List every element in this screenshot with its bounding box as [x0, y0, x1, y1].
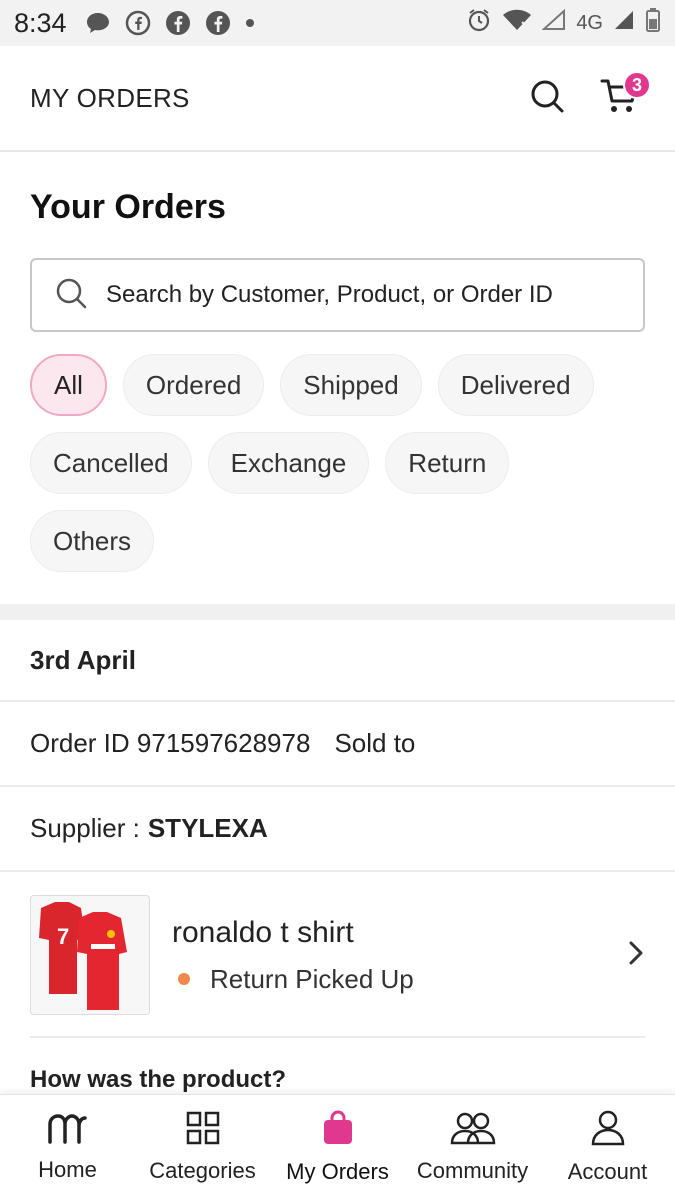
filter-chip-shipped[interactable]: Shipped [280, 354, 422, 416]
status-bar: 8:34 4G [0, 0, 675, 46]
supplier-name: STYLEXA [147, 813, 268, 843]
product-status: Return Picked Up [172, 964, 627, 995]
cart-button[interactable]: 3 [595, 71, 651, 123]
order-date: 3rd April [0, 620, 675, 702]
supplier-row: Supplier : STYLEXA [0, 787, 675, 872]
section-title: Your Orders [30, 188, 226, 226]
community-icon [450, 1111, 496, 1150]
svg-text:7: 7 [57, 924, 69, 949]
search-icon[interactable] [529, 78, 565, 119]
nav-account[interactable]: Account [540, 1095, 675, 1200]
app-header: MY ORDERS 3 [0, 46, 675, 152]
filter-chips: All Ordered Shipped Delivered Cancelled … [30, 354, 645, 588]
filter-chip-return[interactable]: Return [385, 432, 510, 494]
filter-chip-exchange[interactable]: Exchange [207, 432, 370, 494]
nav-categories[interactable]: Categories [135, 1095, 270, 1200]
supplier-label: Supplier : [30, 813, 140, 843]
order-id: Order ID 971597628978 [30, 728, 311, 758]
nav-home[interactable]: Home [0, 1095, 135, 1200]
grid-icon [186, 1111, 220, 1150]
product-name: ronaldo t shirt [172, 915, 354, 949]
product-row[interactable]: 7 ronaldo t shirt Return Picked Up [0, 872, 675, 1038]
filter-chip-cancelled[interactable]: Cancelled [30, 432, 192, 494]
nav-my-orders[interactable]: My Orders [270, 1095, 405, 1200]
product-thumbnail: 7 [30, 895, 150, 1015]
network-type-label: 4G [576, 11, 603, 34]
notification-dot-icon [245, 18, 255, 28]
sold-to-label: Sold to [334, 728, 416, 758]
nav-community[interactable]: Community [405, 1095, 540, 1200]
orders-section: Your Orders Search by Customer, Product,… [0, 152, 675, 604]
bottom-nav: Home Categories My Orders Community Acco… [0, 1094, 675, 1200]
alarm-icon [466, 7, 492, 39]
facebook-outline-icon [125, 10, 151, 36]
status-dot-icon [178, 973, 190, 985]
filter-chip-delivered[interactable]: Delivered [437, 354, 594, 416]
chevron-right-icon[interactable] [627, 939, 645, 972]
home-logo-icon [46, 1112, 90, 1149]
facebook-icon-2 [205, 10, 231, 36]
message-icon [85, 11, 111, 35]
signal-empty-icon [541, 8, 566, 37]
search-placeholder: Search by Customer, Product, or Order ID [106, 281, 553, 308]
product-status-text: Return Picked Up [210, 963, 414, 994]
nav-label-community: Community [416, 1158, 529, 1183]
order-id-row: Order ID 971597628978 Sold to [0, 702, 675, 787]
nav-label-home: Home [38, 1157, 97, 1182]
section-divider [0, 604, 675, 620]
filter-chip-all[interactable]: All [30, 354, 107, 416]
facebook-icon [165, 10, 191, 36]
nav-label-account: Account [567, 1159, 648, 1184]
page-title: MY ORDERS [30, 82, 190, 113]
nav-label-categories: Categories [149, 1158, 256, 1183]
nav-label-my-orders: My Orders [286, 1159, 389, 1184]
battery-icon [645, 7, 661, 39]
filter-chip-ordered[interactable]: Ordered [122, 354, 265, 416]
filter-chip-others[interactable]: Others [30, 510, 155, 572]
cart-count-badge: 3 [623, 71, 651, 99]
status-time: 8:34 [14, 7, 67, 38]
search-field-icon [54, 276, 88, 315]
review-prompt: How was the product? [30, 1036, 645, 1094]
signal-icon [613, 9, 635, 37]
search-input[interactable]: Search by Customer, Product, or Order ID [30, 258, 645, 332]
account-icon [591, 1110, 625, 1151]
shopping-bag-icon [321, 1110, 355, 1151]
wifi-icon [502, 8, 532, 38]
